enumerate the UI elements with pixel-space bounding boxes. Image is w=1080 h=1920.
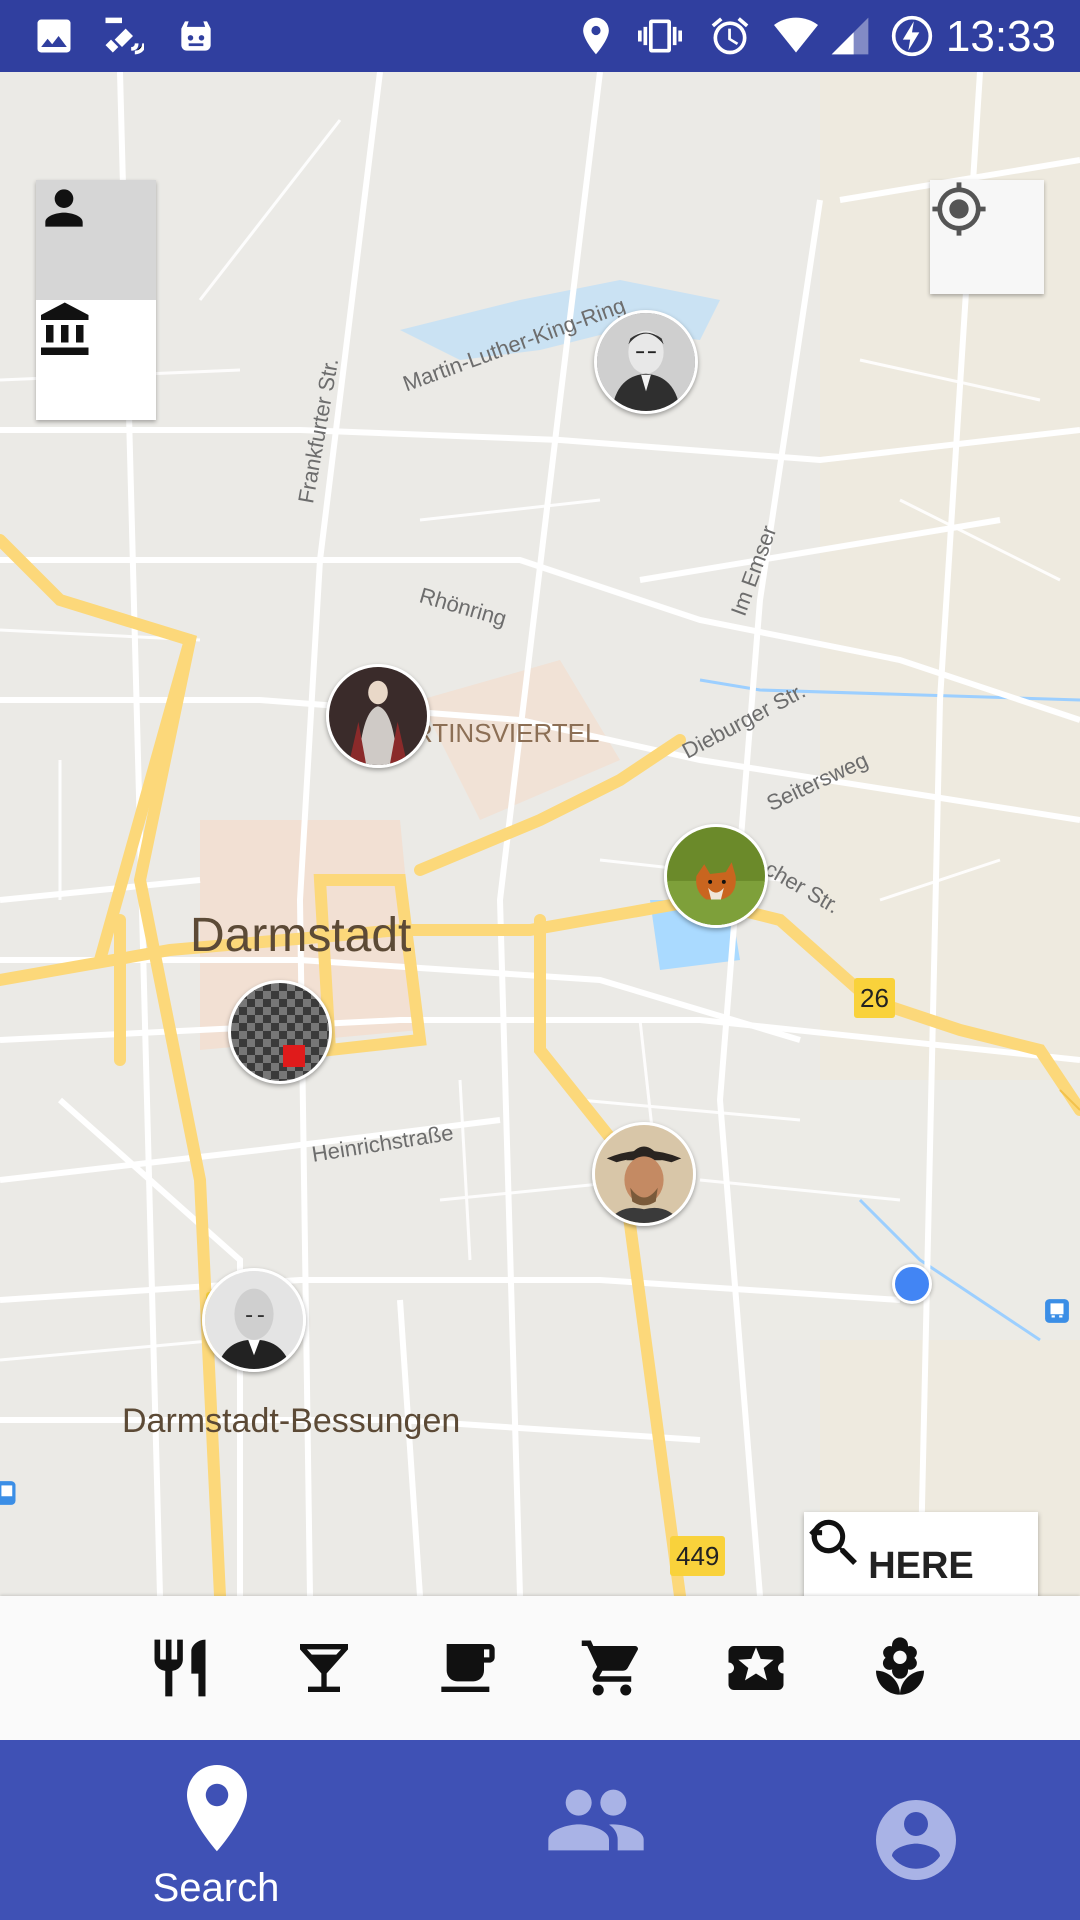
bus-stop-icon xyxy=(1045,1299,1069,1323)
bus-stop-icon xyxy=(0,1481,16,1505)
poi-nature-button[interactable] xyxy=(864,1632,936,1704)
nav-search[interactable]: Search xyxy=(36,1740,396,1920)
place-icon xyxy=(187,1765,247,1852)
bottom-navigation: Search xyxy=(0,1740,1080,1920)
my-location-button[interactable] xyxy=(930,180,1044,294)
marker-portrait-woman-gown[interactable] xyxy=(326,664,430,768)
battery-charging-icon xyxy=(891,15,933,57)
alarm-icon xyxy=(711,17,749,55)
nav-account[interactable] xyxy=(738,1740,1080,1920)
nav-people[interactable] xyxy=(414,1740,774,1920)
marker-cowboy-man[interactable] xyxy=(592,1122,696,1226)
android-icon xyxy=(181,21,211,51)
route-shield-449: 449 xyxy=(670,1536,726,1576)
poi-events-button[interactable] xyxy=(720,1632,792,1704)
bar-icon xyxy=(300,1644,348,1692)
tickets-icon xyxy=(728,1646,784,1690)
nav-search-label: Search xyxy=(152,1866,280,1910)
poi-category-bar xyxy=(0,1596,1080,1740)
quarter-label: RTINSVIERTEL xyxy=(414,718,600,748)
location-icon xyxy=(583,17,609,55)
vibrate-icon xyxy=(638,19,682,53)
fake-gps-icon xyxy=(105,17,144,55)
account-icon xyxy=(876,1800,956,1880)
signal-icon xyxy=(831,17,869,55)
wifi-icon xyxy=(774,17,818,53)
district-label: Darmstadt-Bessungen xyxy=(122,1402,461,1440)
poi-restaurant-button[interactable] xyxy=(144,1632,216,1704)
marker-fox[interactable] xyxy=(664,824,768,928)
poi-cafe-button[interactable] xyxy=(432,1632,504,1704)
poi-shopping-button[interactable] xyxy=(576,1632,648,1704)
layer-switch xyxy=(36,180,156,420)
clock: 13:33 xyxy=(945,12,1056,61)
museum-icon xyxy=(41,302,89,355)
map-canvas xyxy=(0,72,1080,1596)
search-here-label: HERE xyxy=(868,1544,974,1587)
restaurant-icon xyxy=(154,1639,206,1697)
route-shield-26: 26 xyxy=(854,978,895,1018)
image-icon xyxy=(37,19,71,53)
status-bar: 13:33 xyxy=(0,0,1080,72)
user-location-dot xyxy=(892,1264,932,1304)
map-view[interactable]: Darmstadt Darmstadt-Bessungen RTINSVIERT… xyxy=(0,72,1080,1596)
flower-icon xyxy=(876,1637,924,1695)
person-icon xyxy=(45,189,83,227)
people-icon xyxy=(548,1789,644,1851)
marker-portrait-man-bw[interactable] xyxy=(202,1268,306,1372)
my-location-icon xyxy=(932,182,986,236)
layer-persons-button[interactable] xyxy=(36,180,156,300)
cafe-icon xyxy=(441,1644,495,1692)
marker-checkered-placeholder[interactable] xyxy=(228,980,332,1084)
layer-museums-button[interactable] xyxy=(36,300,156,420)
city-label: Darmstadt xyxy=(190,909,412,962)
marker-portrait-man-glasses[interactable] xyxy=(594,310,698,414)
search-refresh-icon xyxy=(809,1519,857,1565)
poi-bar-button[interactable] xyxy=(288,1632,360,1704)
red-square xyxy=(283,1045,305,1067)
search-here-button[interactable]: HERE xyxy=(804,1512,1038,1596)
shopping-cart-icon xyxy=(581,1640,638,1696)
